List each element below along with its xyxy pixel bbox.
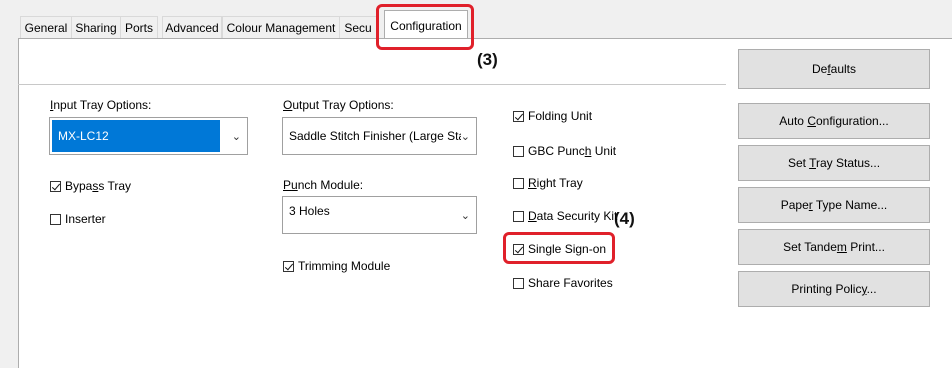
auto-configuration-button[interactable]: Auto Configuration... bbox=[738, 103, 930, 139]
output-tray-value: Saddle Stitch Finisher (Large Stack bbox=[289, 129, 461, 143]
trimming-module-checkbox[interactable]: Trimming Module bbox=[283, 259, 390, 273]
output-tray-label: Output Tray Options: bbox=[283, 98, 394, 112]
tab-highlight bbox=[376, 4, 474, 50]
callout-step-3: (3) bbox=[477, 50, 498, 69]
tab-security[interactable]: Secu bbox=[339, 16, 377, 39]
chevron-down-icon: ⌄ bbox=[460, 130, 470, 143]
printing-policy-button[interactable]: Printing Policy... bbox=[738, 271, 930, 307]
checkbox-checked-icon bbox=[513, 243, 524, 255]
right-tray-checkbox[interactable]: Right Tray bbox=[513, 176, 583, 190]
punch-module-label: Punch Module: bbox=[283, 178, 364, 192]
defaults-button[interactable]: Defaults bbox=[738, 49, 930, 89]
input-tray-value: MX-LC12 bbox=[58, 129, 109, 143]
punch-module-select[interactable]: 3 Holes ⌄ bbox=[282, 196, 477, 234]
single-sign-on-checkbox[interactable]: Single Sign-on bbox=[513, 242, 606, 256]
checkbox-unchecked-icon bbox=[513, 277, 524, 289]
checkbox-checked-icon bbox=[513, 110, 524, 122]
inserter-checkbox[interactable]: Inserter bbox=[50, 212, 106, 226]
divider bbox=[18, 84, 726, 85]
tab-sharing[interactable]: Sharing bbox=[71, 16, 121, 39]
chevron-down-icon: ⌄ bbox=[231, 130, 241, 143]
checkbox-unchecked-icon bbox=[513, 145, 524, 157]
bypass-tray-checkbox[interactable]: Bypass Tray bbox=[50, 179, 131, 193]
set-tray-status-button[interactable]: Set Tray Status... bbox=[738, 145, 930, 181]
punch-module-value: 3 Holes bbox=[289, 204, 330, 218]
checkbox-unchecked-icon bbox=[513, 210, 524, 222]
checkbox-checked-icon bbox=[50, 180, 61, 192]
checkbox-unchecked-icon bbox=[513, 177, 524, 189]
tab-colour-management[interactable]: Colour Management bbox=[222, 16, 340, 39]
tab-general[interactable]: General bbox=[20, 16, 72, 39]
gbc-punch-unit-checkbox[interactable]: GBC Punch Unit bbox=[513, 144, 616, 158]
tab-strip: General Sharing Ports Advanced Colour Ma… bbox=[0, 0, 952, 41]
data-security-kit-checkbox[interactable]: Data Security Kit bbox=[513, 209, 617, 223]
set-tandem-print-button[interactable]: Set Tandem Print... bbox=[738, 229, 930, 265]
paper-type-name-button[interactable]: Paper Type Name... bbox=[738, 187, 930, 223]
share-favorites-checkbox[interactable]: Share Favorites bbox=[513, 276, 613, 290]
chevron-down-icon: ⌄ bbox=[460, 209, 470, 222]
checkbox-unchecked-icon bbox=[50, 213, 61, 225]
folding-unit-checkbox[interactable]: Folding Unit bbox=[513, 109, 592, 123]
tab-ports[interactable]: Ports bbox=[120, 16, 158, 39]
input-tray-label: Input Tray Options: bbox=[50, 98, 152, 112]
tab-advanced[interactable]: Advanced bbox=[162, 16, 222, 39]
output-tray-select[interactable]: Saddle Stitch Finisher (Large Stack ⌄ bbox=[282, 117, 477, 155]
input-tray-select[interactable]: MX-LC12 ⌄ bbox=[49, 117, 248, 155]
checkbox-checked-icon bbox=[283, 260, 294, 272]
